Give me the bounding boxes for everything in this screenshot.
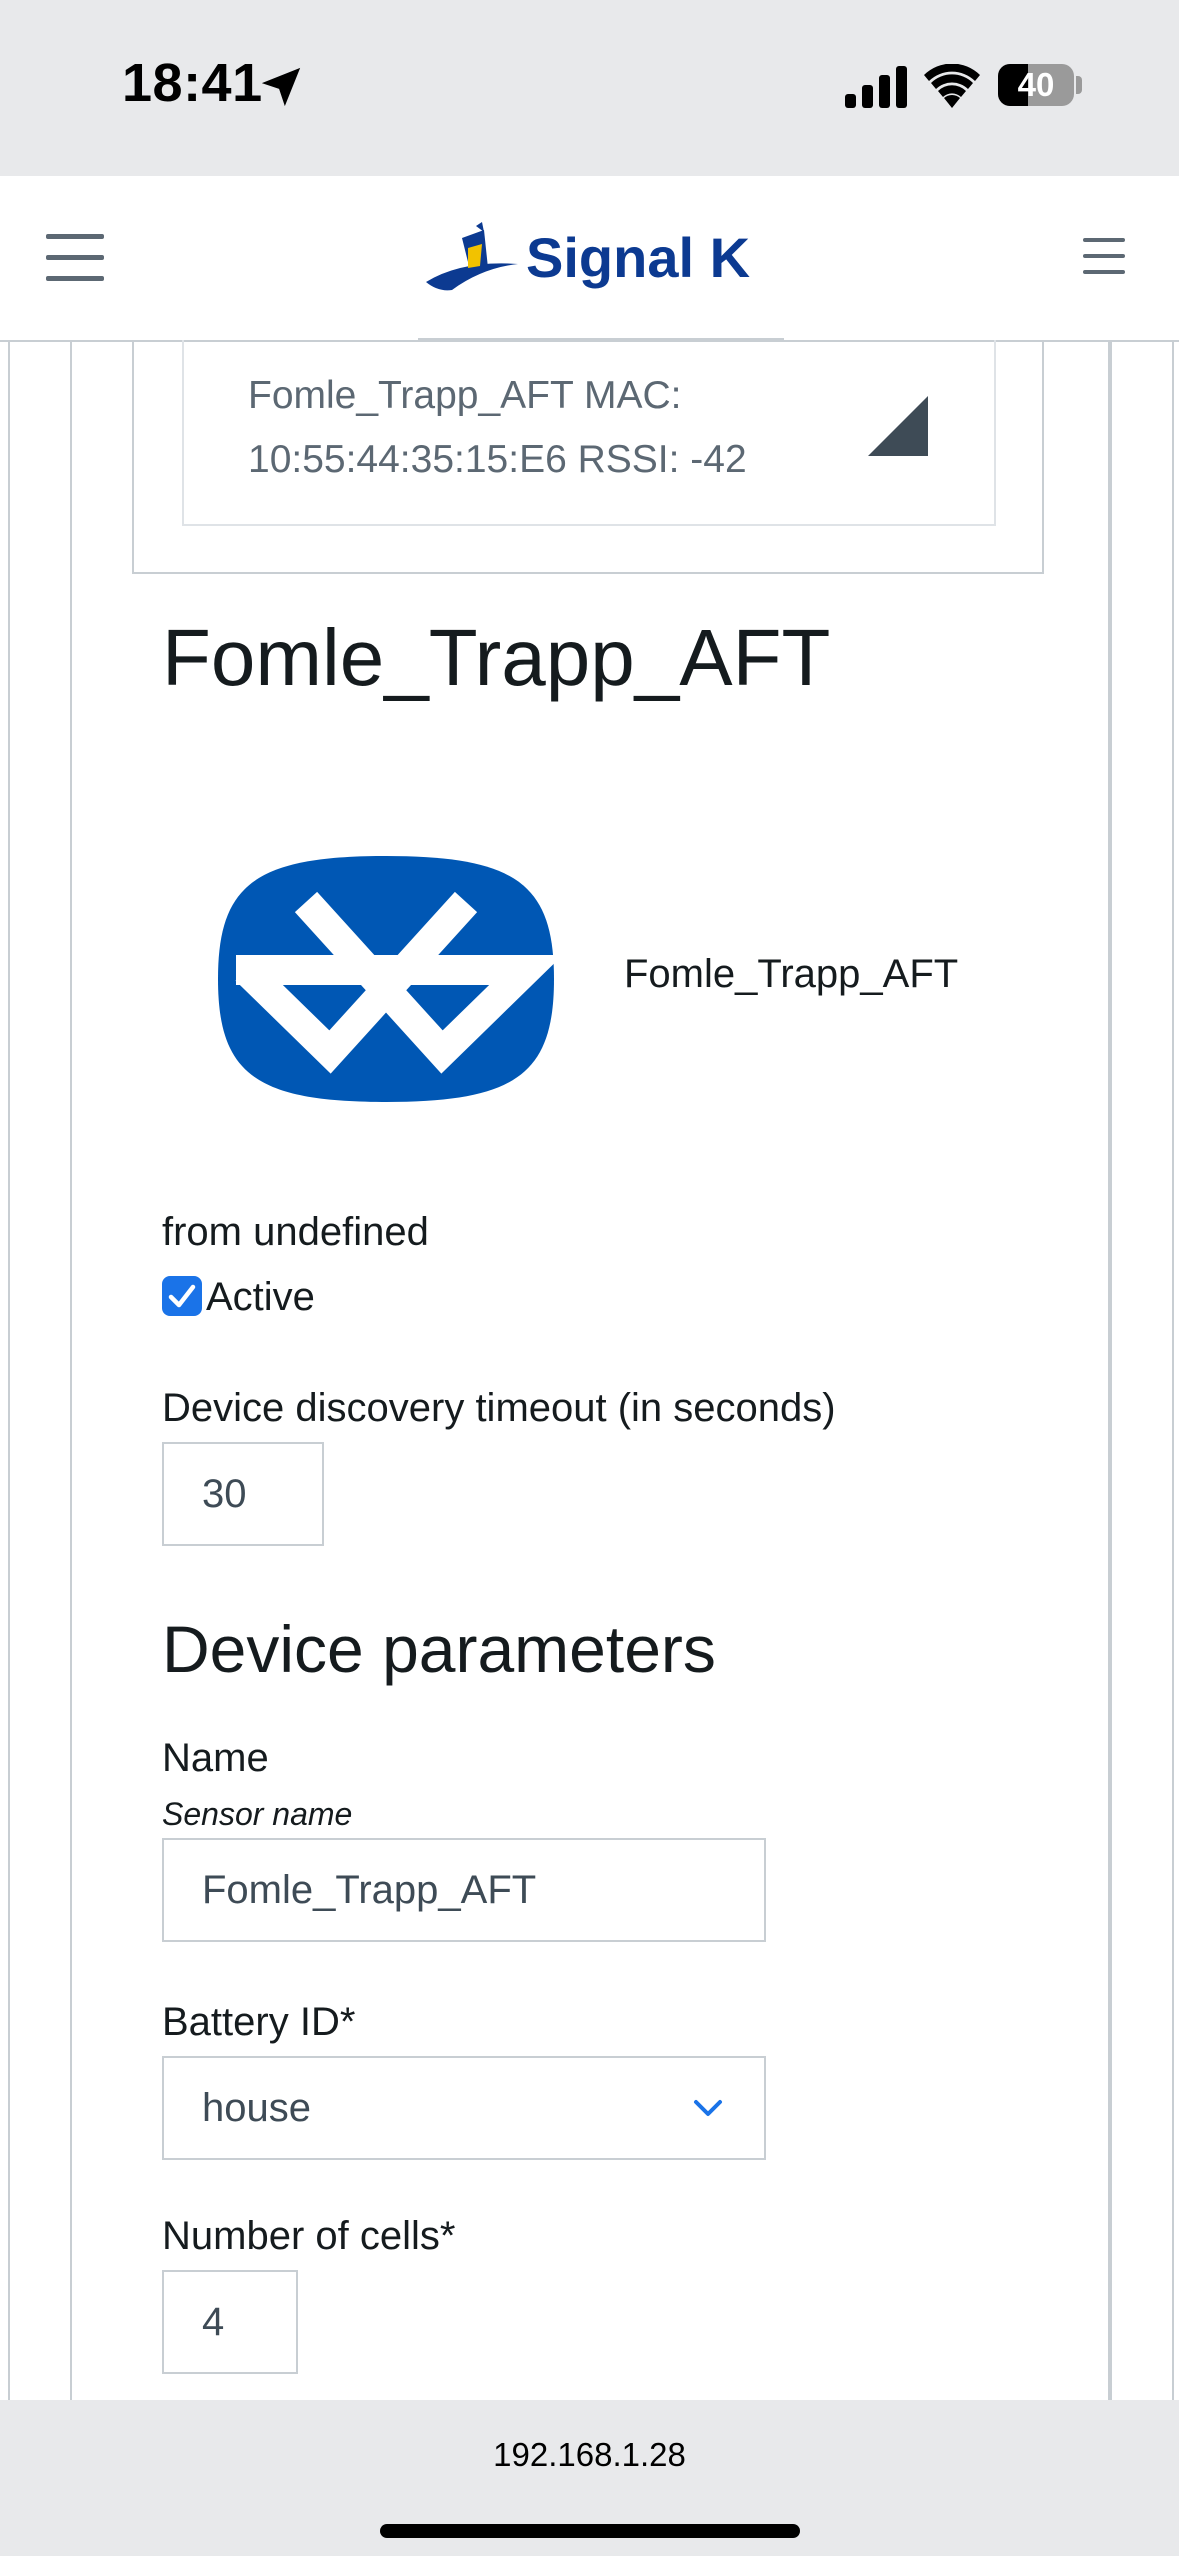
sidebar-toggle-button[interactable] <box>46 234 104 282</box>
options-menu-button[interactable] <box>1083 238 1125 274</box>
number-of-cells-input[interactable] <box>162 2270 298 2374</box>
number-of-cells-label: Number of cells* <box>162 2214 456 2258</box>
battery-id-select[interactable]: house <box>162 2056 766 2160</box>
status-bar: 18:41 40 <box>0 0 1179 176</box>
bluetooth-icon <box>218 856 556 1102</box>
battery-tip <box>1076 76 1082 94</box>
name-field-label: Name <box>162 1736 269 1780</box>
device-source-text: from undefined <box>162 1210 429 1254</box>
hamburger-bar <box>46 276 104 281</box>
status-time: 18:41 <box>122 53 263 113</box>
sensor-name-input[interactable] <box>162 1838 766 1942</box>
resize-handle-icon[interactable] <box>868 396 928 456</box>
device-list-selected-item: Fomle_Trapp_AFT MAC: 10:55:44:35:15:E6 R… <box>248 364 868 492</box>
hamburger-menu-icon <box>46 234 104 239</box>
name-field-hint: Sensor name <box>162 1796 353 1832</box>
hamburger-bar <box>46 255 104 260</box>
hamburger-bar <box>1083 254 1125 258</box>
page-edge-rule <box>1172 340 1174 2400</box>
device-list-line1: Fomle_Trapp_AFT MAC: <box>248 374 682 417</box>
signal-k-logo-icon <box>426 222 518 291</box>
device-display-name: Fomle_Trapp_AFT <box>624 952 959 996</box>
wifi-icon <box>924 64 980 108</box>
page-title: Fomle_Trapp_AFT <box>162 613 831 702</box>
device-list-select[interactable]: Fomle_Trapp_AFT MAC: 10:55:44:35:15:E6 R… <box>182 340 996 526</box>
app-header: Signal K <box>0 176 1179 342</box>
battery-level-text: 40 <box>1017 66 1055 103</box>
checkmark-icon <box>168 1284 196 1308</box>
hamburger-bar <box>1083 270 1125 274</box>
discovery-timeout-input[interactable] <box>162 1442 324 1546</box>
chevron-down-icon <box>694 2100 722 2116</box>
active-checkbox-label: Active <box>206 1275 315 1319</box>
location-arrow-icon <box>261 67 301 107</box>
url-text[interactable]: 192.168.1.28 <box>0 2436 1179 2474</box>
browser-url-bar: 192.168.1.28 <box>0 2400 1179 2556</box>
cellular-signal-icon <box>845 66 907 108</box>
hamburger-menu-icon <box>1083 238 1125 242</box>
battery-id-label: Battery ID* <box>162 2000 356 2044</box>
section-title-device-parameters: Device parameters <box>162 1612 716 1686</box>
discovery-timeout-label: Device discovery timeout (in seconds) <box>162 1386 836 1430</box>
brand-name: Signal K <box>526 226 751 289</box>
battery-id-selected-value: house <box>202 2086 311 2130</box>
device-list-line2: 10:55:44:35:15:E6 RSSI: -42 <box>248 438 747 481</box>
active-checkbox[interactable] <box>162 1276 202 1316</box>
brand-logo-link[interactable]: Signal K <box>418 220 784 341</box>
battery-icon: 40 <box>998 64 1074 106</box>
home-indicator[interactable] <box>380 2524 800 2538</box>
